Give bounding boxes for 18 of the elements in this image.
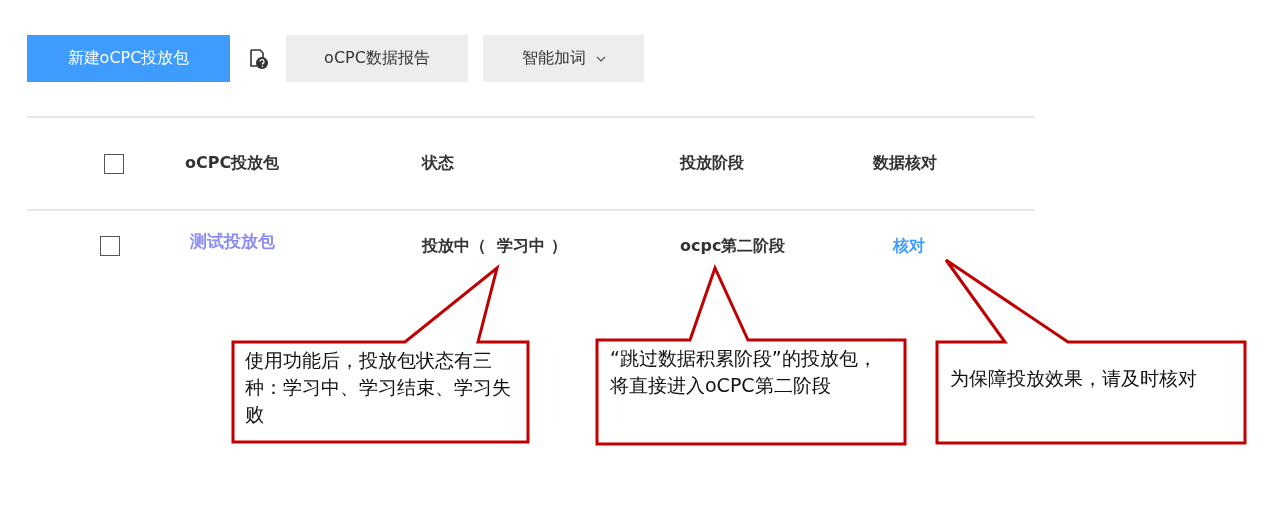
document-help-icon[interactable] bbox=[247, 47, 269, 70]
package-column-header: oCPC投放包 bbox=[185, 153, 280, 172]
callout-text: 为保障投放效果，请及时核对 bbox=[950, 366, 1198, 391]
stage-column-header: 投放阶段 bbox=[680, 153, 744, 172]
status-text: 投放中（ 学习中 ） bbox=[422, 235, 567, 255]
verify-link[interactable]: 核对 bbox=[893, 235, 925, 255]
checkbox[interactable] bbox=[99, 236, 120, 256]
package-name-link[interactable]: 测试投放包 bbox=[190, 230, 275, 251]
status-column-header: 状态 bbox=[422, 153, 454, 172]
report-button[interactable]: oCPC数据报告 bbox=[286, 35, 468, 82]
callout-text: “跳过数据积累阶段”的投放包，将直接进入oCPC第二阶段 bbox=[610, 346, 878, 398]
callout-text: 使用功能后，投放包状态有三种：学习中、学习结束、学习失败 bbox=[245, 348, 512, 427]
chevron-down-icon bbox=[595, 55, 606, 62]
checkbox[interactable] bbox=[103, 153, 124, 174]
verify-column-header: 数据核对 bbox=[873, 153, 937, 172]
dropdown-button[interactable]: 智能加词 bbox=[483, 35, 644, 82]
stage-text: ocpc第二阶段 bbox=[680, 235, 786, 255]
new-package-button[interactable]: 新建oCPC投放包 bbox=[27, 35, 230, 82]
